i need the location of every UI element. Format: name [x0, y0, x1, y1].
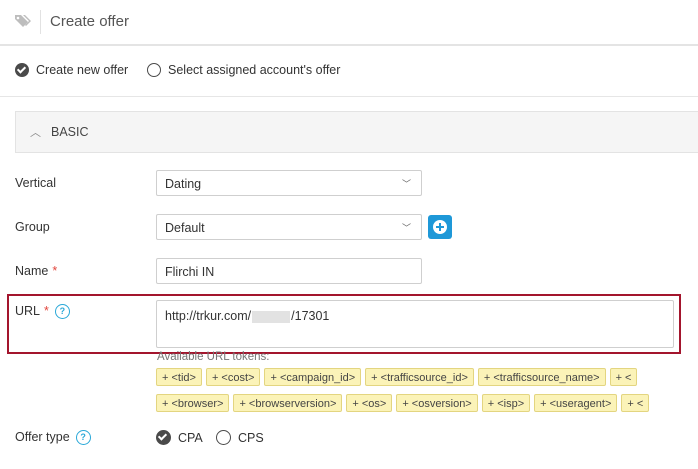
offer-mode-selector: Create new offer Select assigned account… [0, 46, 698, 97]
group-select[interactable]: Default ﹀ [156, 214, 422, 240]
url-label: URL *? [15, 304, 70, 320]
offer-type-label-text: Offer type [15, 430, 70, 444]
plus-icon [433, 220, 447, 234]
tag-icon [15, 15, 31, 27]
url-token[interactable]: + <campaign_id> [264, 368, 362, 386]
url-token[interactable]: + <trafficsource_id> [365, 368, 474, 386]
name-value: Flirchi IN [165, 265, 215, 279]
radio-label: Select assigned account's offer [168, 63, 341, 77]
name-input[interactable]: Flirchi IN [156, 258, 422, 284]
url-token[interactable]: + <isp> [481, 394, 531, 412]
url-token[interactable]: + <cost> [205, 368, 261, 386]
add-group-button[interactable] [428, 215, 452, 239]
url-token[interactable]: + <tid> [156, 368, 202, 386]
chevron-down-icon: ﹀ [401, 179, 411, 189]
required-marker: * [44, 304, 49, 318]
basic-section-header[interactable]: ︿ BASIC [15, 111, 698, 153]
page-header: Create offer [0, 0, 698, 46]
checked-radio-icon [15, 63, 29, 77]
url-token[interactable]: + < [609, 368, 638, 386]
redacted-segment [252, 310, 291, 323]
url-token[interactable]: + <os> [346, 394, 393, 412]
url-token[interactable]: + < [621, 394, 650, 412]
token-row-2: + <browser> + <browserversion> + <os> + <os… [156, 394, 653, 412]
url-value: http://trkur.com/ /17301 [165, 309, 329, 323]
select-assigned-offer-radio[interactable]: Select assigned account's offer [147, 63, 340, 77]
url-token[interactable]: + <useragent> [534, 394, 618, 412]
name-label-text: Name [15, 264, 49, 278]
checked-radio-icon [156, 430, 171, 445]
create-new-offer-radio[interactable]: Create new offer [15, 63, 128, 77]
chevron-down-icon: ﹀ [401, 223, 411, 233]
url-suffix: /17301 [291, 309, 330, 323]
tokens-label: Available URL tokens: [157, 351, 270, 363]
url-token[interactable]: + <browserversion> [233, 394, 343, 412]
url-token[interactable]: + <trafficsource_name> [477, 368, 606, 386]
radio-label: CPS [238, 430, 264, 445]
url-token[interactable]: + <osversion> [396, 394, 478, 412]
chevron-up-icon: ︿ [30, 127, 41, 139]
cpa-radio[interactable]: CPA [156, 430, 203, 445]
cps-radio[interactable]: CPS [216, 430, 264, 445]
section-title: BASIC [51, 125, 89, 139]
required-marker: * [52, 264, 58, 278]
url-token[interactable]: + <browser> [156, 394, 230, 412]
vertical-value: Dating [165, 177, 202, 191]
help-icon[interactable]: ? [54, 304, 70, 320]
vertical-select[interactable]: Dating ﹀ [156, 170, 422, 196]
unchecked-radio-icon [216, 430, 231, 445]
header-divider [40, 10, 41, 34]
url-input[interactable]: http://trkur.com/ /17301 [156, 300, 674, 348]
help-icon[interactable]: ? [75, 430, 91, 446]
name-label: Name * [15, 264, 57, 278]
token-row-1: + <tid> + <cost> + <campaign_id> + <traffic… [156, 368, 641, 386]
offer-type-label: Offer type? [15, 430, 91, 446]
url-prefix: http://trkur.com/ [165, 309, 252, 323]
url-label-text: URL [15, 304, 41, 318]
group-value: Default [165, 221, 205, 235]
radio-label: Create new offer [36, 63, 129, 77]
page-title: Create offer [50, 13, 129, 30]
radio-label: CPA [178, 430, 203, 445]
group-label: Group [15, 220, 50, 234]
unchecked-radio-icon [147, 63, 161, 77]
vertical-label: Vertical [15, 176, 56, 190]
